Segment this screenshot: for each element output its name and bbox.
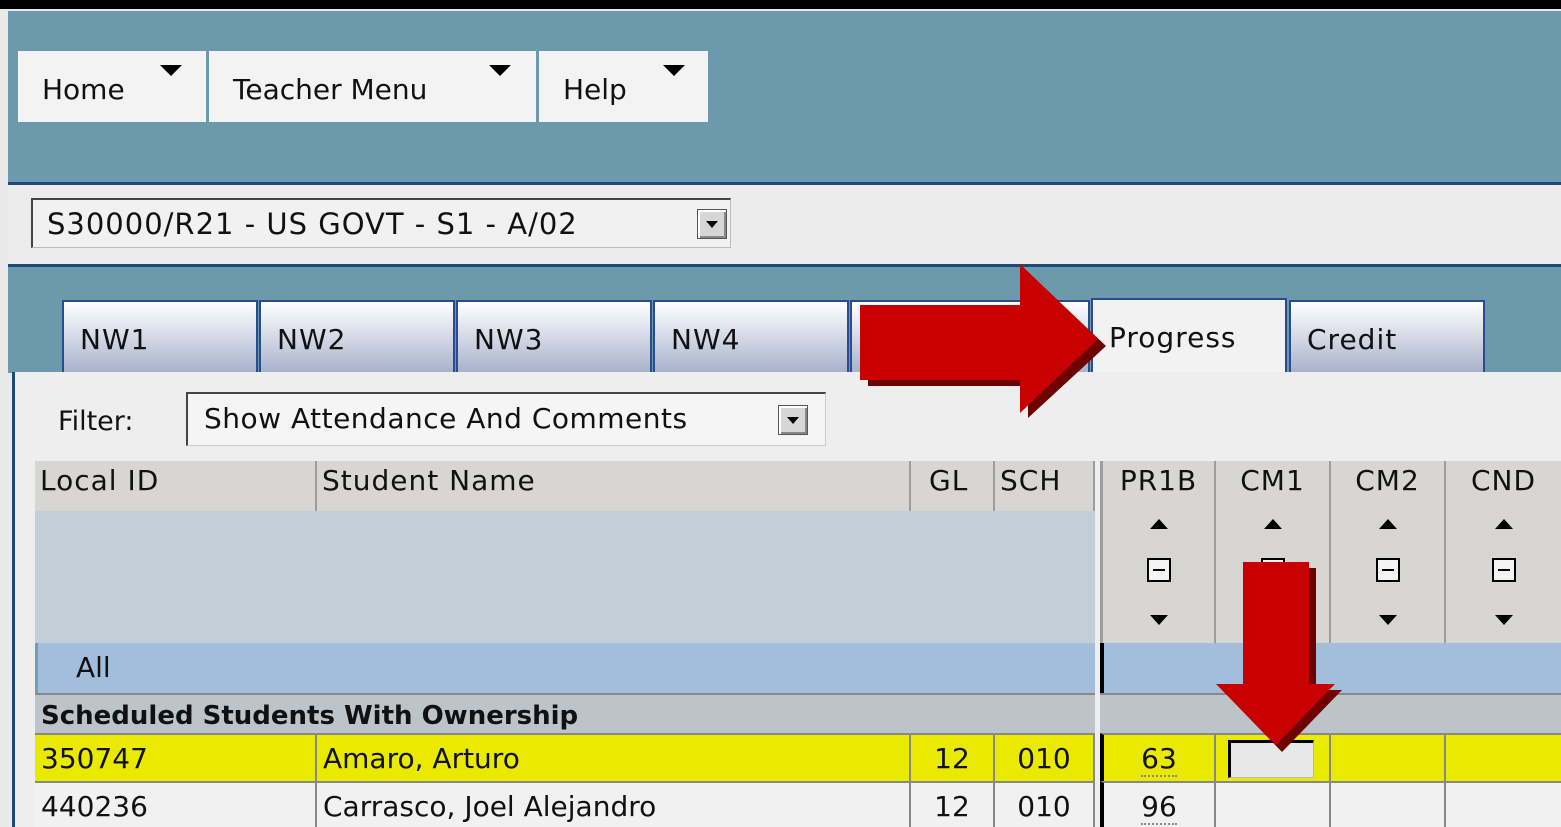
annotation-overlay	[860, 264, 1342, 752]
down-arrow-annotation	[1216, 562, 1335, 745]
right-arrow-annotation	[860, 264, 1098, 413]
